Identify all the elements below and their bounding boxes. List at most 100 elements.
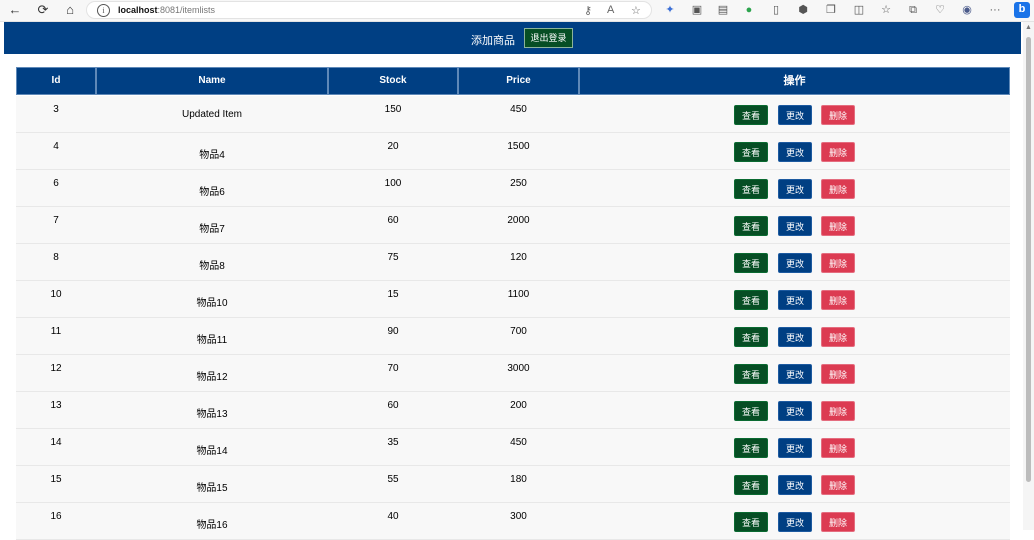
home-icon[interactable]: ⌂	[61, 2, 79, 18]
read-aloud-icon[interactable]: A	[607, 4, 614, 16]
cell-id: 4	[53, 141, 59, 152]
favorite-star-icon[interactable]: ☆	[631, 4, 641, 17]
collections-icon[interactable]: ▣	[690, 3, 704, 17]
site-info-icon[interactable]: i	[97, 4, 110, 17]
view-button[interactable]: 查看	[734, 216, 768, 236]
edit-button[interactable]: 更改	[778, 512, 812, 532]
page-icon[interactable]: ▯	[769, 3, 783, 17]
table-row: 3 Updated Item 150 450 查看 更改 删除	[16, 96, 1010, 133]
table-row: 4 物品4 20 1500 查看 更改 删除	[16, 133, 1010, 170]
tabs-icon[interactable]: ⧉	[906, 3, 920, 17]
copilot-icon[interactable]: b	[1014, 2, 1030, 18]
cell-id: 12	[50, 363, 62, 374]
cell-id: 10	[50, 289, 62, 300]
edit-button[interactable]: 更改	[778, 216, 812, 236]
delete-button[interactable]: 删除	[821, 401, 855, 421]
table-row: 13 物品13 60 200 查看 更改 删除	[16, 392, 1010, 429]
page-scrollbar[interactable]: ▲	[1023, 22, 1034, 530]
view-button[interactable]: 查看	[734, 105, 768, 125]
cell-stock: 15	[387, 289, 399, 300]
edit-button[interactable]: 更改	[778, 253, 812, 273]
cell-name: 物品8	[199, 261, 225, 272]
edit-button[interactable]: 更改	[778, 327, 812, 347]
address-url: localhost:8081/itemlists	[118, 5, 216, 15]
column-header-stock: Stock	[328, 67, 458, 95]
cell-price: 300	[510, 511, 527, 522]
cell-stock: 75	[387, 252, 399, 263]
key-icon[interactable]: ⚷	[584, 4, 592, 17]
scrollbar-thumb[interactable]	[1026, 37, 1031, 482]
cell-stock: 90	[387, 326, 399, 337]
scroll-up-arrow-icon[interactable]: ▲	[1025, 24, 1032, 31]
cell-price: 180	[510, 474, 527, 485]
performance-icon[interactable]: ♡	[933, 3, 947, 17]
cell-price: 200	[510, 400, 527, 411]
delete-button[interactable]: 删除	[821, 253, 855, 273]
delete-button[interactable]: 删除	[821, 216, 855, 236]
view-button[interactable]: 查看	[734, 327, 768, 347]
cell-stock: 100	[384, 178, 402, 189]
table-row: 6 物品6 100 250 查看 更改 删除	[16, 170, 1010, 207]
cell-id: 6	[53, 178, 59, 189]
refresh-icon[interactable]: ⟳	[34, 2, 52, 18]
back-arrow-icon[interactable]: ←	[6, 2, 24, 18]
cell-id: 15	[50, 474, 62, 485]
favorites-icon[interactable]: ☆	[879, 3, 893, 17]
table-header-row: Id Name Stock Price 操作	[16, 67, 1010, 96]
table-row: 15 物品15 55 180 查看 更改 删除	[16, 466, 1010, 503]
edit-button[interactable]: 更改	[778, 401, 812, 421]
more-menu-icon[interactable]: ···	[988, 3, 1002, 17]
view-button[interactable]: 查看	[734, 512, 768, 532]
delete-button[interactable]: 删除	[821, 438, 855, 458]
delete-button[interactable]: 删除	[821, 475, 855, 495]
view-button[interactable]: 查看	[734, 364, 768, 384]
view-button[interactable]: 查看	[734, 438, 768, 458]
cell-name: 物品4	[199, 150, 225, 161]
column-header-id: Id	[16, 67, 96, 95]
view-button[interactable]: 查看	[734, 475, 768, 495]
table-row: 7 物品7 60 2000 查看 更改 删除	[16, 207, 1010, 244]
view-button[interactable]: 查看	[734, 290, 768, 310]
delete-button[interactable]: 删除	[821, 364, 855, 384]
cell-price: 1100	[507, 289, 530, 300]
cell-name: 物品11	[196, 335, 228, 346]
edit-button[interactable]: 更改	[778, 438, 812, 458]
cell-id: 3	[53, 104, 59, 115]
extension-icon[interactable]: ✦	[663, 3, 677, 17]
extension-green-icon[interactable]: ●	[742, 3, 756, 17]
split-screen-icon[interactable]: ◫	[852, 3, 866, 17]
cell-price: 450	[510, 104, 527, 115]
delete-button[interactable]: 删除	[821, 512, 855, 532]
address-bar[interactable]: i localhost:8081/itemlists ⚷ A ☆	[86, 1, 652, 19]
puzzle-icon[interactable]: ❐	[824, 3, 838, 17]
add-item-link[interactable]: 添加商品	[471, 32, 515, 48]
delete-button[interactable]: 删除	[821, 179, 855, 199]
cell-stock: 55	[387, 474, 399, 485]
view-button[interactable]: 查看	[734, 142, 768, 162]
cell-stock: 150	[384, 104, 402, 115]
profile-avatar-icon[interactable]: ◉	[960, 3, 974, 17]
edit-button[interactable]: 更改	[778, 475, 812, 495]
logout-button[interactable]: 退出登录	[524, 28, 573, 48]
view-button[interactable]: 查看	[734, 253, 768, 273]
view-button[interactable]: 查看	[734, 179, 768, 199]
edit-button[interactable]: 更改	[778, 142, 812, 162]
shield-icon[interactable]: ⬢	[796, 3, 810, 17]
table-row: 16 物品16 40 300 查看 更改 删除	[16, 503, 1010, 540]
delete-button[interactable]: 删除	[821, 327, 855, 347]
edit-button[interactable]: 更改	[778, 105, 812, 125]
cell-price: 3000	[507, 363, 530, 374]
delete-button[interactable]: 删除	[821, 290, 855, 310]
view-button[interactable]: 查看	[734, 401, 768, 421]
cell-stock: 70	[387, 363, 399, 374]
cell-id: 7	[53, 215, 59, 226]
edit-button[interactable]: 更改	[778, 179, 812, 199]
cell-id: 8	[53, 252, 59, 263]
cell-stock: 60	[387, 215, 399, 226]
edit-button[interactable]: 更改	[778, 364, 812, 384]
edit-button[interactable]: 更改	[778, 290, 812, 310]
delete-button[interactable]: 删除	[821, 142, 855, 162]
delete-button[interactable]: 删除	[821, 105, 855, 125]
cell-price: 2000	[507, 215, 530, 226]
shopping-icon[interactable]: ▤	[716, 3, 730, 17]
